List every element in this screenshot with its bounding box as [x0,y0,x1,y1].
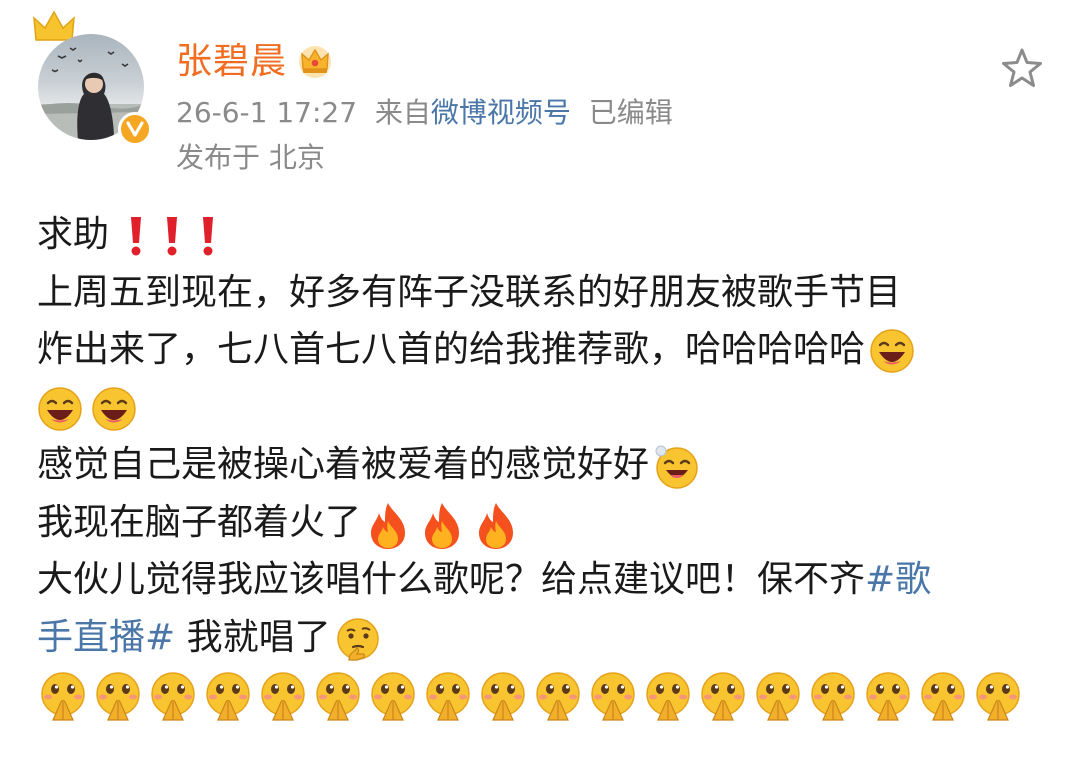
location-name: 北京 [268,141,325,174]
post-text: 我现在脑子都着火了 [37,501,362,543]
post-line: 大伙儿觉得我应该唱什么歌呢？给点建议吧！保不齐#歌 [37,551,1057,609]
source-prefix: 来自 [374,96,431,129]
praying-face-icon [422,670,474,722]
post-location: 发布于 北京 [176,141,325,175]
praying-face-icon [477,670,529,722]
video-link-cut[interactable] [36,724,47,765]
post-meta: 26-6-1 17:27 来自微博视频号 已编辑 [176,96,673,130]
post-text: 上周五到现在，好多有阵子没联系的好朋友被歌手节目 [37,271,902,313]
edited-label[interactable]: 已编辑 [589,96,673,129]
post-line: 我现在脑子都着火了 [37,494,1057,552]
exclamation-icon [165,215,179,257]
post-line: 炸出来了，七八首七八首的给我推荐歌，哈哈哈哈哈 [37,321,1057,379]
praying-face-icon [257,670,309,722]
praying-emoji-row [37,666,1057,724]
praying-face-icon [92,670,144,722]
praying-face-icon [532,670,584,722]
grinning-tongue-icon [653,443,699,489]
hashtag-link[interactable]: 手直播# [37,617,175,658]
fire-icon [419,501,465,549]
post-text: 大伙儿觉得我应该唱什么歌呢？给点建议吧！保不齐 [37,559,866,600]
post-line: 感觉自己是被操心着被爱着的感觉好好 [37,436,1057,494]
author-name[interactable]: 张碧晨 [176,42,287,82]
praying-face-icon [202,670,254,722]
praying-face-icon [147,670,199,722]
praying-face-icon [862,670,914,722]
praying-face-icon [37,670,89,722]
post-text: 求助 [37,214,110,255]
post-source-link[interactable]: 微博视频号 [431,96,571,129]
post-text: 我就唱了 [175,616,331,658]
laughing-face-icon [869,328,915,374]
praying-face-icon [972,670,1024,722]
hashtag-link[interactable]: #歌 [865,559,931,600]
verified-v-icon [118,112,152,146]
praying-face-icon [312,670,364,722]
exclamation-icon [201,215,215,257]
vip-crown-icon [299,46,331,78]
post-line [37,379,1057,437]
post-text: 感觉自己是被操心着被爱着的感觉好好 [37,444,650,485]
laughing-face-icon [37,386,83,432]
praying-face-icon [367,670,419,722]
praying-face-icon [642,670,694,722]
laughing-face-icon [91,386,137,432]
thinking-face-icon [335,616,381,662]
post-line: 求助 [37,206,1057,264]
post-text: 炸出来了，七八首七八首的给我推荐歌，哈哈哈哈哈 [37,329,866,370]
post-line: 上周五到现在，好多有阵子没联系的好朋友被歌手节目 [37,264,1057,322]
exclamation-icon [129,215,143,257]
fire-icon [473,501,519,549]
praying-face-icon [697,670,749,722]
post-line: 手直播# 我就唱了 [37,609,1057,667]
praying-face-icon [807,670,859,722]
praying-face-icon [752,670,804,722]
author-avatar-group[interactable] [30,10,152,146]
favorite-star-icon[interactable] [1000,46,1044,90]
post-time[interactable]: 26-6-1 17:27 [176,96,357,129]
location-prefix: 发布于 [176,141,261,174]
praying-face-icon [917,670,969,722]
praying-face-icon [587,670,639,722]
post-content: 求助 上周五到现在，好多有阵子没联系的好朋友被歌手节目 炸出来了，七八首七八首的… [37,206,1057,724]
fire-icon [365,501,411,549]
